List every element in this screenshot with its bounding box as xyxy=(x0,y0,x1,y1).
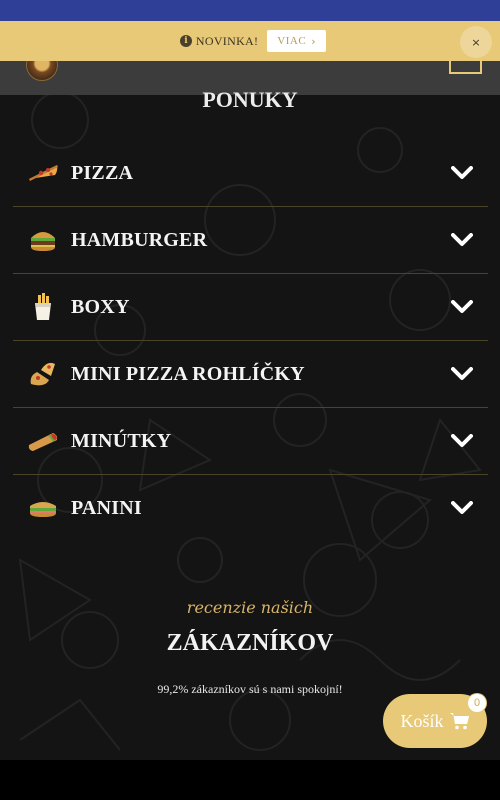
category-label: MINI PIZZA ROHLÍČKY xyxy=(71,362,305,385)
chevron-right-icon: › xyxy=(311,34,317,48)
fries-box-icon xyxy=(35,293,51,320)
category-panini[interactable]: PANINI xyxy=(13,475,488,541)
shopping-cart-icon xyxy=(449,713,469,730)
reviews-title: ZÁKAZNÍKOV xyxy=(166,630,334,656)
pizza-slice-icon xyxy=(29,165,58,181)
category-label: HAMBURGER xyxy=(71,228,208,251)
top-strip xyxy=(0,0,500,21)
chevron-down-icon[interactable] xyxy=(451,434,473,448)
hamburger-icon xyxy=(31,232,55,251)
more-button-label: VIAC xyxy=(277,35,307,47)
chevron-down-icon[interactable] xyxy=(451,166,473,180)
close-notice-button[interactable]: × xyxy=(460,26,492,58)
reviews-subtitle: recenzie našich xyxy=(186,598,314,617)
wrap-icon xyxy=(28,433,58,451)
close-icon: × xyxy=(471,35,481,49)
category-label: BOXY xyxy=(71,295,130,318)
category-label: MINÚTKY xyxy=(71,429,172,452)
chevron-down-icon[interactable] xyxy=(451,300,473,314)
panini-sandwich-icon xyxy=(30,502,56,517)
offers-title: PONUKY xyxy=(202,87,298,112)
category-label: PANINI xyxy=(71,496,142,519)
category-mini-pizza-rohlicky[interactable]: MINI PIZZA ROHLÍČKY xyxy=(13,341,488,408)
cart-count-badge: 0 xyxy=(468,694,486,712)
page: i NOVINKA! VIAC › × PONUKY PIZZA HAMBURG… xyxy=(0,0,500,760)
more-button[interactable]: VIAC › xyxy=(267,30,327,52)
chevron-down-icon[interactable] xyxy=(451,367,473,381)
info-circle-icon: i xyxy=(179,35,192,47)
category-list: PIZZA HAMBURGER BOXY MINI PIZZA ROHLÍČKY… xyxy=(13,140,488,541)
mini-pizza-roll-icon xyxy=(30,362,55,386)
chevron-down-icon[interactable] xyxy=(451,501,473,515)
chevron-down-icon[interactable] xyxy=(451,233,473,247)
notice-bar: i NOVINKA! VIAC › xyxy=(0,21,500,61)
category-boxy[interactable]: BOXY xyxy=(13,274,488,341)
notice-text: NOVINKA! xyxy=(195,33,259,48)
category-hamburger[interactable]: HAMBURGER xyxy=(13,207,488,274)
category-pizza[interactable]: PIZZA xyxy=(13,140,488,207)
category-minutky[interactable]: MINÚTKY xyxy=(13,408,488,475)
cart-label: Košík xyxy=(400,710,444,731)
category-label: PIZZA xyxy=(71,161,134,184)
